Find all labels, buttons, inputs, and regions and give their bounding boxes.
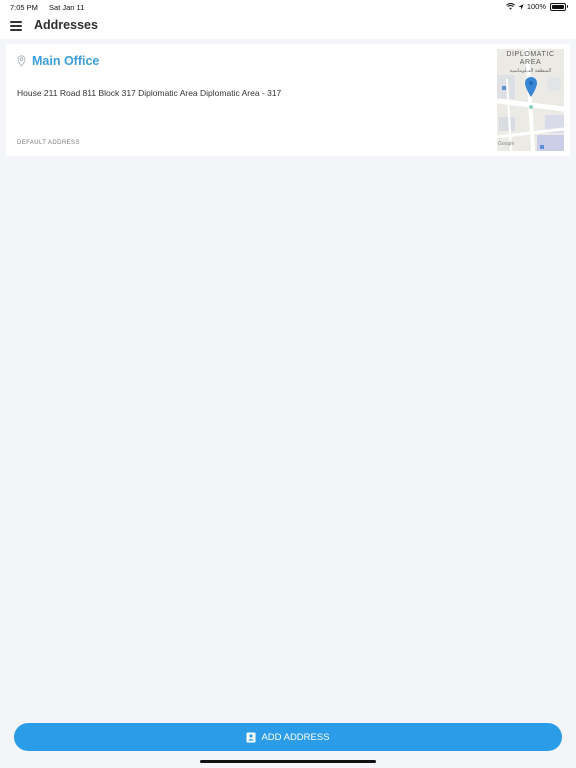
add-address-button[interactable]: ADD ADDRESS xyxy=(14,723,562,751)
hamburger-menu-icon[interactable] xyxy=(10,21,22,31)
address-name: Main Office xyxy=(32,54,100,68)
default-address-label: DEFAULT ADDRESS xyxy=(17,140,80,146)
add-address-label: ADD ADDRESS xyxy=(261,731,330,743)
status-time: 7:05 PM xyxy=(10,3,38,12)
battery-icon xyxy=(550,2,568,11)
address-card[interactable]: Main Office House 211 Road 811 Block 317… xyxy=(6,44,570,156)
status-bar: 7:05 PM Sat Jan 11 100% xyxy=(0,0,576,14)
page-title: Addresses xyxy=(34,18,98,32)
address-text: House 211 Road 811 Block 317 Diplomatic … xyxy=(17,88,282,98)
status-right: 100% xyxy=(505,2,568,11)
map-thumbnail[interactable]: Google DIPLOMATIC AREA المنطقة الدبلوماس… xyxy=(497,49,564,151)
map-area-label-arabic: المنطقة الدبلوماسية xyxy=(509,68,552,74)
map-area-label-2: AREA xyxy=(519,59,542,66)
status-date: Sat Jan 11 xyxy=(49,3,85,12)
wifi-icon xyxy=(505,3,515,10)
location-arrow-icon xyxy=(518,3,524,10)
status-left: 7:05 PM Sat Jan 11 xyxy=(10,3,93,12)
home-indicator[interactable] xyxy=(200,760,376,763)
contact-card-icon xyxy=(246,732,256,742)
location-pin-icon xyxy=(17,55,26,67)
svg-text:Google: Google xyxy=(498,141,514,147)
battery-percentage: 100% xyxy=(526,2,546,11)
nav-bar: Addresses xyxy=(0,14,576,39)
map-area-label-1: DIPLOMATIC xyxy=(506,51,555,58)
